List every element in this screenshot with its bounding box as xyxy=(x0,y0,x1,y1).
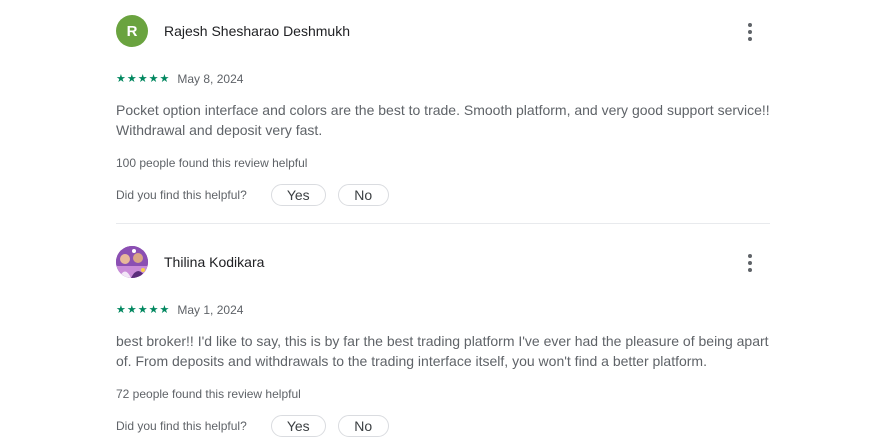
star-icon: ★ xyxy=(159,304,170,316)
star-icon: ★ xyxy=(137,73,148,85)
review-text: Pocket option interface and colors are t… xyxy=(116,102,770,138)
no-button[interactable]: No xyxy=(337,415,389,437)
avatar-letter: R xyxy=(126,22,138,40)
helpful-count: 72 people found this review helpful xyxy=(116,387,301,401)
review-header: Thilina Kodikara xyxy=(116,246,770,280)
helpful-feedback: Did you find this helpful? Yes No xyxy=(116,415,389,437)
star-icon: ★ xyxy=(159,73,170,85)
star-icon: ★ xyxy=(116,304,126,316)
yes-button[interactable]: Yes xyxy=(270,184,326,206)
more-vert-icon xyxy=(748,254,752,258)
helpful-count: 100 people found this review helpful xyxy=(116,156,308,170)
review-text: best broker!! I'd like to say, this is b… xyxy=(116,333,769,369)
review-header: R Rajesh Shesharao Deshmukh xyxy=(116,15,770,49)
helpful-feedback: Did you find this helpful? Yes No xyxy=(116,184,389,206)
no-button[interactable]: No xyxy=(337,184,389,206)
star-icon: ★ xyxy=(116,73,126,85)
helpful-prompt: Did you find this helpful? xyxy=(116,419,247,433)
avatar-photo-icon xyxy=(116,246,148,278)
more-vert-icon xyxy=(748,23,752,27)
yes-button[interactable]: Yes xyxy=(270,415,326,437)
review-card: Thilina Kodikara ★ ★ ★ ★ ★ May 1, 2024 b… xyxy=(116,246,770,437)
more-options-button[interactable] xyxy=(736,17,764,47)
avatar: R xyxy=(116,15,148,47)
star-rating: ★ ★ ★ ★ ★ xyxy=(116,304,169,316)
reviewer-name: Thilina Kodikara xyxy=(164,254,265,270)
star-icon: ★ xyxy=(126,73,137,85)
review-card: R Rajesh Shesharao Deshmukh ★ ★ ★ ★ ★ Ma… xyxy=(116,15,770,206)
star-rating: ★ ★ ★ ★ ★ xyxy=(116,73,169,85)
review-date: May 8, 2024 xyxy=(177,72,244,86)
star-icon: ★ xyxy=(148,304,159,316)
star-icon: ★ xyxy=(137,304,148,316)
review-meta: ★ ★ ★ ★ ★ May 1, 2024 xyxy=(116,303,243,317)
review-date: May 1, 2024 xyxy=(177,303,244,317)
avatar xyxy=(116,246,148,278)
reviewer-name: Rajesh Shesharao Deshmukh xyxy=(164,23,350,39)
review-meta: ★ ★ ★ ★ ★ May 8, 2024 xyxy=(116,72,243,86)
star-icon: ★ xyxy=(148,73,159,85)
star-icon: ★ xyxy=(126,304,137,316)
helpful-prompt: Did you find this helpful? xyxy=(116,188,247,202)
divider xyxy=(116,223,770,224)
more-options-button[interactable] xyxy=(736,248,764,278)
